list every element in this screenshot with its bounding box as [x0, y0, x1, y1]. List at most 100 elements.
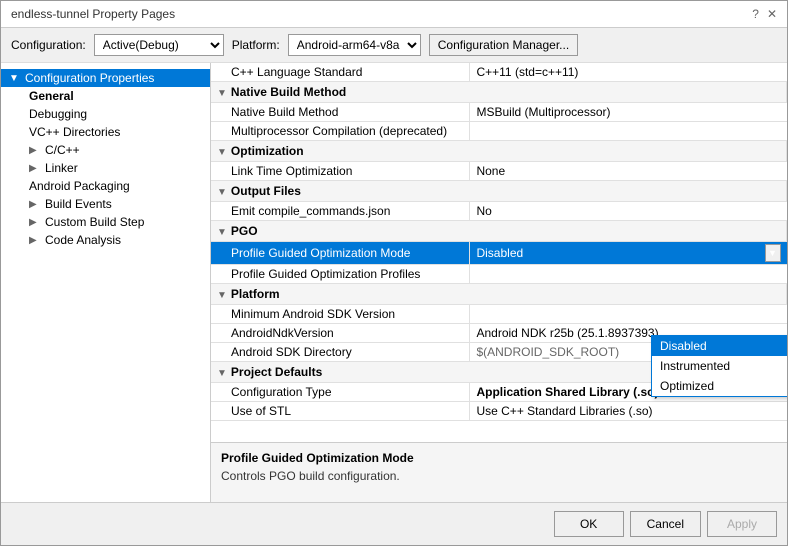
- tree-children: General Debugging VC++ Directories ▶ C/C…: [1, 87, 210, 249]
- config-label: Configuration:: [11, 38, 86, 52]
- section-native-build: ▼Native Build Method: [211, 82, 787, 103]
- platform-select[interactable]: Android-arm64-v8a: [288, 34, 421, 56]
- prop-value-pgo-mode: Disabled ▼: [470, 242, 787, 265]
- root-collapse-icon: ▼: [9, 73, 25, 84]
- pgo-mode-select-wrapper: Disabled ▼: [476, 244, 780, 262]
- title-controls: ? ✕: [752, 7, 777, 21]
- code-analysis-expand-icon: ▶: [29, 235, 45, 246]
- tree-item-vc-directories[interactable]: VC++ Directories: [21, 123, 210, 141]
- linker-expand-icon: ▶: [29, 163, 45, 174]
- dropdown-option-optimized[interactable]: Optimized: [652, 376, 787, 396]
- pgo-mode-dropdown: Disabled Instrumented Optimized: [651, 335, 787, 397]
- prop-row-lto: Link Time Optimization None: [211, 162, 787, 181]
- main-content: ▼ Configuration Properties General Debug…: [1, 63, 787, 502]
- footer: OK Cancel Apply: [1, 502, 787, 545]
- help-icon[interactable]: ?: [752, 7, 759, 21]
- section-pgo: ▼PGO: [211, 221, 787, 242]
- dropdown-option-instrumented[interactable]: Instrumented: [652, 356, 787, 376]
- prop-value-cpp-lang: C++11 (std=c++11): [470, 63, 787, 82]
- prop-row-use-stl: Use of STL Use C++ Standard Libraries (.…: [211, 402, 787, 421]
- tree-item-general[interactable]: General: [21, 87, 210, 105]
- right-panel: C++ Language Standard C++11 (std=c++11) …: [211, 63, 787, 502]
- cancel-button[interactable]: Cancel: [630, 511, 701, 537]
- prop-value-compile-commands: No: [470, 202, 787, 221]
- configuration-select[interactable]: Active(Debug): [94, 34, 224, 56]
- description-text: Controls PGO build configuration.: [221, 469, 777, 483]
- prop-row-min-sdk: Minimum Android SDK Version: [211, 305, 787, 324]
- section-optimization: ▼Optimization: [211, 141, 787, 162]
- description-title: Profile Guided Optimization Mode: [221, 451, 777, 465]
- prop-label-multiprocessor: Multiprocessor Compilation (deprecated): [211, 122, 470, 141]
- config-row: Configuration: Active(Debug) Platform: A…: [1, 28, 787, 63]
- window-title: endless-tunnel Property Pages: [11, 7, 175, 21]
- optimization-collapse-icon[interactable]: ▼: [217, 147, 227, 158]
- tree-item-cpp[interactable]: ▶ C/C++: [21, 141, 210, 159]
- apply-button[interactable]: Apply: [707, 511, 777, 537]
- tree-item-code-analysis-label: Code Analysis: [45, 233, 121, 247]
- prop-row-pgo-profiles: Profile Guided Optimization Profiles: [211, 265, 787, 284]
- native-build-collapse-icon[interactable]: ▼: [217, 88, 227, 99]
- cpp-expand-icon: ▶: [29, 145, 45, 156]
- dropdown-option-disabled[interactable]: Disabled: [652, 336, 787, 356]
- build-events-expand-icon: ▶: [29, 199, 45, 210]
- tree-item-debugging[interactable]: Debugging: [21, 105, 210, 123]
- left-panel: ▼ Configuration Properties General Debug…: [1, 63, 211, 502]
- tree-root-row[interactable]: ▼ Configuration Properties: [1, 69, 210, 87]
- tree-item-custom-build-step[interactable]: ▶ Custom Build Step: [21, 213, 210, 231]
- tree-root-label: Configuration Properties: [25, 71, 154, 85]
- close-icon[interactable]: ✕: [767, 7, 777, 21]
- tree-root: ▼ Configuration Properties General Debug…: [1, 67, 210, 251]
- props-area: C++ Language Standard C++11 (std=c++11) …: [211, 63, 787, 442]
- tree-item-linker-label: Linker: [45, 161, 78, 175]
- tree-item-code-analysis[interactable]: ▶ Code Analysis: [21, 231, 210, 249]
- prop-label-lto: Link Time Optimization: [211, 162, 470, 181]
- tree-item-build-events[interactable]: ▶ Build Events: [21, 195, 210, 213]
- custom-build-expand-icon: ▶: [29, 217, 45, 228]
- pgo-mode-dropdown-btn[interactable]: ▼: [765, 244, 781, 262]
- tree-item-linker[interactable]: ▶ Linker: [21, 159, 210, 177]
- prop-row-cpp-lang: C++ Language Standard C++11 (std=c++11): [211, 63, 787, 82]
- prop-value-pgo-profiles: [470, 265, 787, 284]
- prop-value-min-sdk: [470, 305, 787, 324]
- tree-item-custom-build-label: Custom Build Step: [45, 215, 144, 229]
- project-defaults-collapse-icon[interactable]: ▼: [217, 368, 227, 379]
- section-platform-label: ▼Platform: [211, 284, 787, 305]
- platform-collapse-icon[interactable]: ▼: [217, 290, 227, 301]
- prop-value-native-method: MSBuild (Multiprocessor): [470, 103, 787, 122]
- title-bar: endless-tunnel Property Pages ? ✕: [1, 1, 787, 28]
- prop-label-ndk-version: AndroidNdkVersion: [211, 324, 470, 343]
- prop-label-config-type: Configuration Type: [211, 383, 470, 402]
- property-pages-window: endless-tunnel Property Pages ? ✕ Config…: [0, 0, 788, 546]
- ok-button[interactable]: OK: [554, 511, 624, 537]
- prop-label-min-sdk: Minimum Android SDK Version: [211, 305, 470, 324]
- configuration-manager-button[interactable]: Configuration Manager...: [429, 34, 578, 56]
- pgo-mode-value: Disabled: [476, 246, 764, 260]
- prop-label-sdk-dir: Android SDK Directory: [211, 343, 470, 362]
- prop-value-lto: None: [470, 162, 787, 181]
- description-panel: Profile Guided Optimization Mode Control…: [211, 442, 787, 502]
- section-pgo-label: ▼PGO: [211, 221, 787, 242]
- section-output-files: ▼Output Files: [211, 181, 787, 202]
- prop-row-native-method: Native Build Method MSBuild (Multiproces…: [211, 103, 787, 122]
- prop-label-pgo-mode: Profile Guided Optimization Mode: [211, 242, 470, 265]
- tree-item-build-events-label: Build Events: [45, 197, 112, 211]
- section-platform: ▼Platform: [211, 284, 787, 305]
- prop-value-use-stl: Use C++ Standard Libraries (.so): [470, 402, 787, 421]
- prop-label-cpp-lang: C++ Language Standard: [211, 63, 470, 82]
- prop-label-native-method: Native Build Method: [211, 103, 470, 122]
- tree-item-cpp-label: C/C++: [45, 143, 80, 157]
- tree-item-android-packaging[interactable]: Android Packaging: [21, 177, 210, 195]
- prop-row-compile-commands: Emit compile_commands.json No: [211, 202, 787, 221]
- prop-value-multiprocessor: [470, 122, 787, 141]
- prop-label-compile-commands: Emit compile_commands.json: [211, 202, 470, 221]
- pgo-collapse-icon[interactable]: ▼: [217, 227, 227, 238]
- section-output-files-label: ▼Output Files: [211, 181, 787, 202]
- prop-row-multiprocessor: Multiprocessor Compilation (deprecated): [211, 122, 787, 141]
- prop-row-pgo-mode[interactable]: Profile Guided Optimization Mode Disable…: [211, 242, 787, 265]
- prop-label-use-stl: Use of STL: [211, 402, 470, 421]
- section-optimization-label: ▼Optimization: [211, 141, 787, 162]
- section-native-build-label: ▼Native Build Method: [211, 82, 787, 103]
- output-files-collapse-icon[interactable]: ▼: [217, 187, 227, 198]
- platform-label: Platform:: [232, 38, 280, 52]
- prop-label-pgo-profiles: Profile Guided Optimization Profiles: [211, 265, 470, 284]
